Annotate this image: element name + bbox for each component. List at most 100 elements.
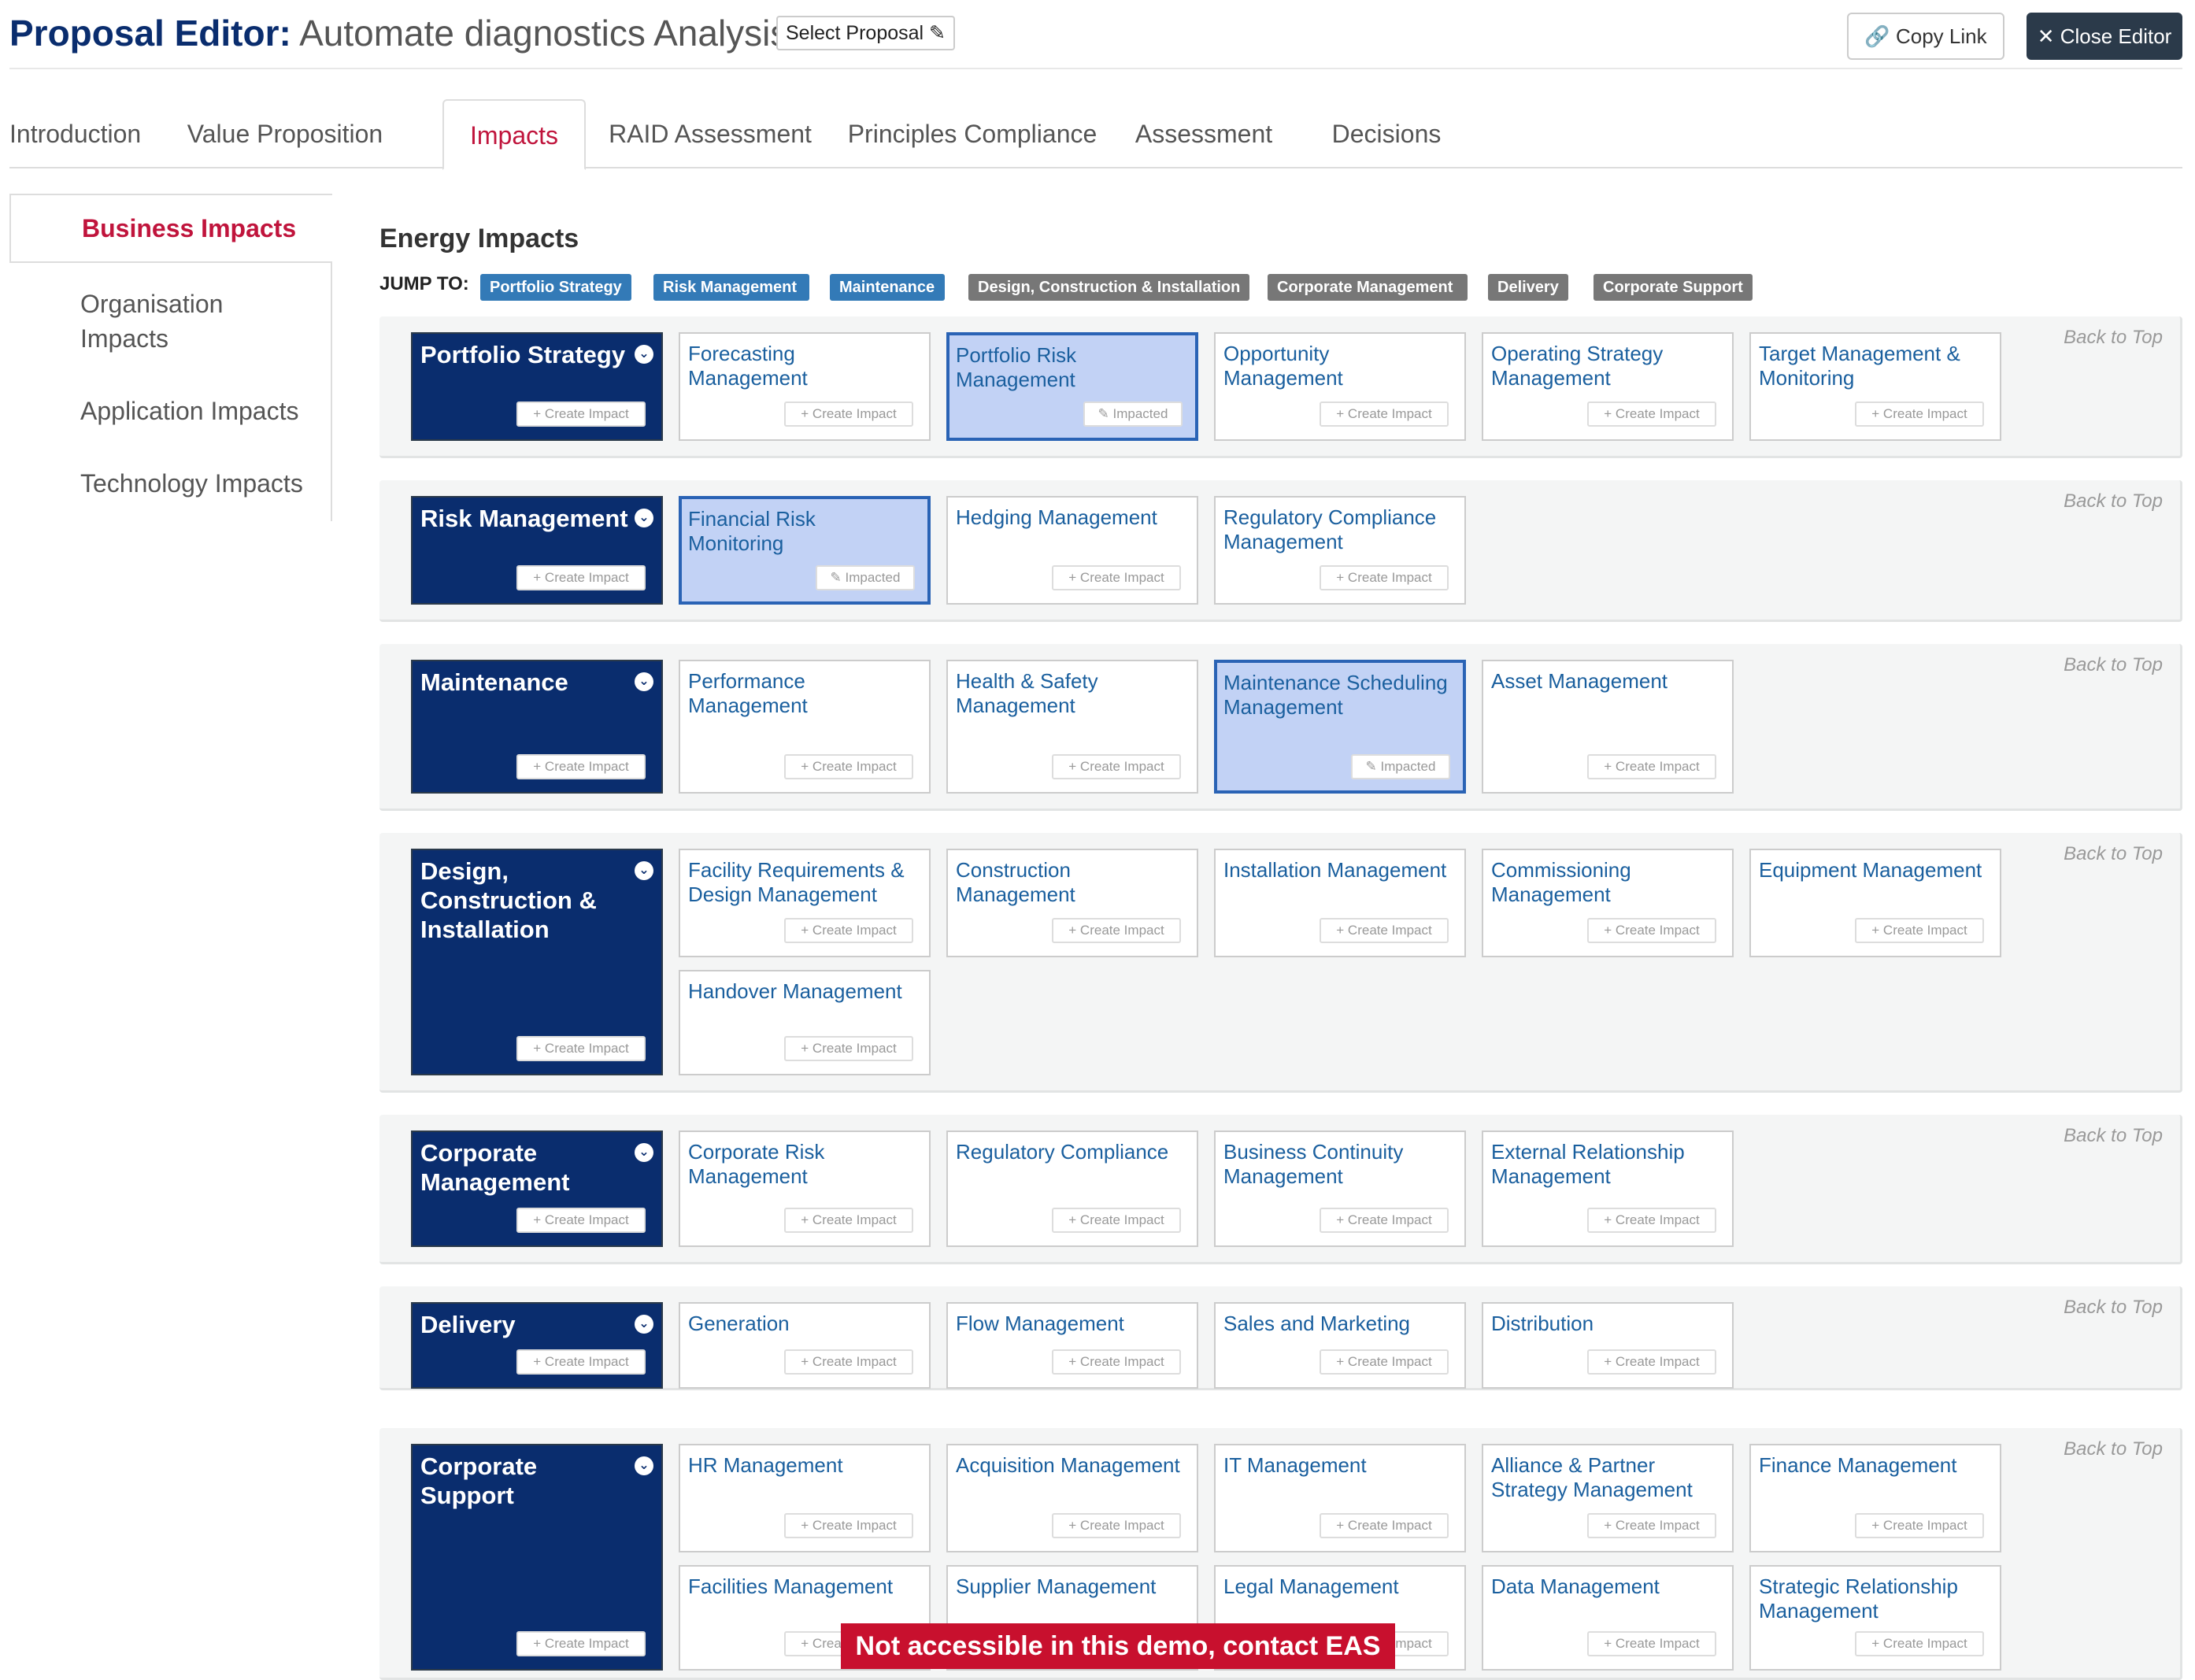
capability-card[interactable]: Data Management + Create Impact [1482,1565,1734,1671]
capability-card[interactable]: Strategic Relationship Management + Creat… [1749,1565,2001,1671]
capability-link[interactable]: Opportunity Management [1223,342,1452,390]
capability-link[interactable]: Installation Management [1223,858,1452,883]
capability-link[interactable]: Supplier Management [956,1575,1184,1599]
capability-link[interactable]: Health & Safety Management [956,669,1184,718]
create-impact-button[interactable]: + Create Impact [516,1631,646,1656]
create-impact-button[interactable]: + Create Impact [1320,918,1449,943]
create-impact-button[interactable]: + Create Impact [516,401,646,427]
capability-link[interactable]: Target Management & Monitoring [1759,342,1987,390]
capability-card[interactable]: Regulatory Compliance Management + Create… [1214,496,1466,605]
capability-card[interactable]: HR Management + Create Impact [679,1444,931,1552]
capability-card[interactable]: Distribution + Create Impact [1482,1302,1734,1389]
create-impact-button[interactable]: + Create Impact [1855,918,1984,943]
capability-card[interactable]: IT Management + Create Impact [1214,1444,1466,1552]
create-impact-button[interactable]: + Create Impact [1320,1349,1449,1375]
create-impact-button[interactable]: + Create Impact [1052,1349,1181,1375]
capability-link[interactable]: Business Continuity Management [1223,1140,1452,1189]
create-impact-button[interactable]: + Create Impact [784,1513,913,1538]
back-to-top-link[interactable]: Back to Top [2064,842,2163,866]
create-impact-button[interactable]: + Create Impact [516,1208,646,1233]
capability-link[interactable]: Operating Strategy Management [1491,342,1719,390]
tab-introduction[interactable]: Introduction [9,99,141,168]
capability-card[interactable]: Business Continuity Management + Create I… [1214,1130,1466,1247]
impacted-button[interactable]: ✎ Impacted [816,565,915,590]
capability-link[interactable]: Data Management [1491,1575,1719,1599]
create-impact-button[interactable]: + Create Impact [1052,1208,1181,1233]
impacted-button[interactable]: ✎ Impacted [1083,401,1183,427]
capability-card[interactable]: Corporate Risk Management + Create Impact [679,1130,931,1247]
tab-decisions[interactable]: Decisions [1323,99,1450,168]
capability-card[interactable]: Opportunity Management + Create Impact [1214,332,1466,441]
capability-card[interactable]: Maintenance Scheduling Management ✎ Impac… [1214,660,1466,794]
capability-card[interactable]: Health & Safety Management + Create Impac… [946,660,1198,794]
back-to-top-link[interactable]: Back to Top [2064,1296,2163,1319]
chevron-down-icon[interactable]: ⌄ [635,861,653,880]
capability-card[interactable]: Regulatory Compliance + Create Impact [946,1130,1198,1247]
capability-link[interactable]: Forecasting Management [688,342,916,390]
capability-link[interactable]: Asset Management [1491,669,1719,694]
capability-link[interactable]: Alliance & Partner Strategy Management [1491,1453,1719,1502]
capability-link[interactable]: IT Management [1223,1453,1452,1478]
create-impact-button[interactable]: + Create Impact [1052,565,1181,590]
chevron-down-icon[interactable]: ⌄ [635,509,653,527]
capability-card[interactable]: Generation + Create Impact [679,1302,931,1389]
create-impact-button[interactable]: + Create Impact [1587,1349,1716,1375]
create-impact-button[interactable]: + Create Impact [516,1349,646,1375]
sidenav-application-impacts[interactable]: Application Impacts [9,394,332,428]
create-impact-button[interactable]: + Create Impact [1587,1208,1716,1233]
create-impact-button[interactable]: + Create Impact [1320,401,1449,427]
create-impact-button[interactable]: + Create Impact [784,401,913,427]
capability-link[interactable]: Financial Risk Monitoring [688,507,916,556]
capability-card[interactable]: Hedging Management + Create Impact [946,496,1198,605]
capability-card[interactable]: External Relationship Management + Create… [1482,1130,1734,1247]
chevron-down-icon[interactable]: ⌄ [635,672,653,691]
capability-link[interactable]: Regulatory Compliance Management [1223,505,1452,554]
capability-link[interactable]: External Relationship Management [1491,1140,1719,1189]
chevron-down-icon[interactable]: ⌄ [635,345,653,364]
chevron-down-icon[interactable]: ⌄ [635,1315,653,1334]
back-to-top-link[interactable]: Back to Top [2064,490,2163,513]
capability-card[interactable]: Handover Management + Create Impact [679,970,931,1075]
jump-tag[interactable]: Design, Construction & Installation [968,274,1250,301]
create-impact-button[interactable]: + Create Impact [1855,1513,1984,1538]
capability-link[interactable]: Legal Management [1223,1575,1452,1599]
jump-tag[interactable]: Risk Management [653,274,809,301]
capability-card[interactable]: Acquisition Management + Create Impact [946,1444,1198,1552]
capability-card[interactable]: Sales and Marketing + Create Impact [1214,1302,1466,1389]
capability-link[interactable]: Construction Management [956,858,1184,907]
create-impact-button[interactable]: + Create Impact [1587,1631,1716,1656]
jump-tag[interactable]: Delivery [1488,274,1568,301]
capability-link[interactable]: Handover Management [688,979,916,1004]
capability-link[interactable]: Strategic Relationship Management [1759,1575,1987,1623]
back-to-top-link[interactable]: Back to Top [2064,1124,2163,1148]
capability-link[interactable]: Facility Requirements & Design Managemen… [688,858,916,907]
capability-link[interactable]: Hedging Management [956,505,1184,530]
create-impact-button[interactable]: + Create Impact [1587,918,1716,943]
capability-link[interactable]: Portfolio Risk Management [956,343,1184,392]
back-to-top-link[interactable]: Back to Top [2064,326,2163,350]
copy-link-button[interactable]: 🔗 Copy Link [1847,13,2004,60]
create-impact-button[interactable]: + Create Impact [1052,918,1181,943]
tab-raid-assessment[interactable]: RAID Assessment [605,99,816,168]
capability-link[interactable]: Flow Management [956,1312,1184,1336]
capability-link[interactable]: Performance Management [688,669,916,718]
back-to-top-link[interactable]: Back to Top [2064,1438,2163,1461]
capability-link[interactable]: Commissioning Management [1491,858,1719,907]
jump-tag[interactable]: Corporate Management [1268,274,1468,301]
jump-tag[interactable]: Corporate Support [1594,274,1753,301]
select-proposal-button[interactable]: Select Proposal ✎ [776,16,955,50]
capability-link[interactable]: Acquisition Management [956,1453,1184,1478]
close-editor-button[interactable]: ✕ Close Editor [2027,13,2182,60]
jump-tag[interactable]: Maintenance [830,274,945,301]
capability-link[interactable]: Regulatory Compliance [956,1140,1184,1164]
capability-card[interactable]: Construction Management + Create Impact [946,849,1198,957]
capability-link[interactable]: Distribution [1491,1312,1719,1336]
create-impact-button[interactable]: + Create Impact [516,565,646,590]
capability-link[interactable]: Sales and Marketing [1223,1312,1452,1336]
capability-card[interactable]: Commissioning Management + Create Impact [1482,849,1734,957]
sidenav-business-impacts[interactable]: Business Impacts [9,194,332,263]
capability-card[interactable]: Operating Strategy Management + Create Im… [1482,332,1734,441]
create-impact-button[interactable]: + Create Impact [1587,754,1716,779]
create-impact-button[interactable]: + Create Impact [516,1036,646,1061]
create-impact-button[interactable]: + Create Impact [784,1208,913,1233]
